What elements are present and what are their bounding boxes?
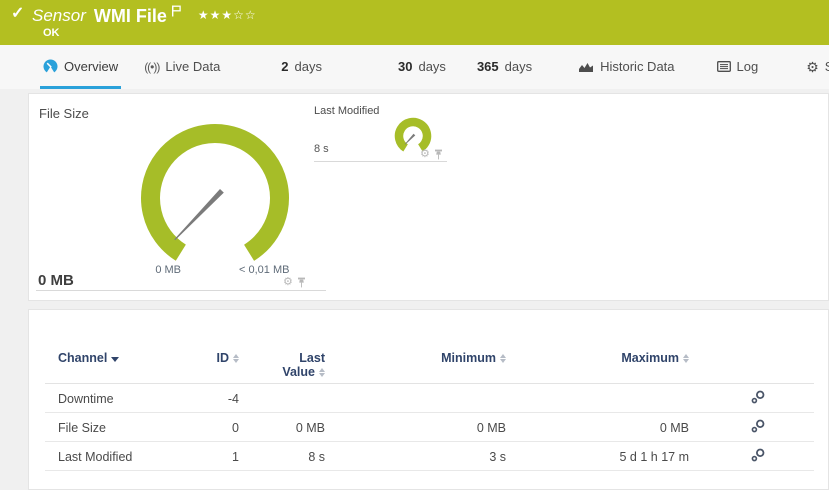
column-header-last-value[interactable]: Last Value: [239, 310, 325, 379]
table-row-downtime: Downtime -4: [29, 384, 828, 413]
gauge-icon: [43, 59, 58, 74]
file-size-block-rule: [36, 290, 326, 291]
tab-2-days[interactable]: 2 days: [278, 45, 325, 89]
tab-30-days-label: days: [418, 59, 445, 74]
column-header-last-label: Last: [299, 351, 325, 365]
gauge-settings-gear-icon[interactable]: ⚙: [420, 149, 430, 160]
tab-log-label: Log: [737, 59, 759, 74]
sensor-title: WMI File: [94, 5, 167, 27]
tab-settings-label: Settings: [825, 59, 829, 74]
cell-channel: File Size: [58, 421, 206, 435]
file-size-gauge: [135, 118, 295, 278]
tab-365-days[interactable]: 365 days: [474, 45, 535, 89]
tab-historic-data-label: Historic Data: [600, 59, 674, 74]
last-modified-block-rule: [314, 161, 447, 162]
tab-2-days-number: 2: [281, 59, 288, 74]
tab-365-days-number: 365: [477, 59, 499, 74]
gauge-pin-icon[interactable]: [297, 277, 306, 288]
tab-overview-label: Overview: [64, 59, 118, 74]
sensor-title-line: Sensor WMI File ★★★☆☆: [32, 5, 257, 27]
gauge-pin-icon[interactable]: [434, 149, 443, 160]
tab-30-days[interactable]: 30 days: [395, 45, 449, 89]
settings-gear-icon: ⚙: [806, 60, 819, 74]
cell-last-value: 0 MB: [239, 421, 325, 435]
edit-channel-icon[interactable]: [751, 390, 765, 404]
cell-id: 1: [206, 450, 239, 464]
sensor-status-header: ✓ Sensor WMI File ★★★☆☆ OK: [0, 0, 829, 45]
cell-channel: Last Modified: [58, 450, 206, 464]
channels-panel: Channel ID Last Value Minimum Maximum: [28, 309, 829, 490]
column-header-channel[interactable]: Channel: [58, 310, 206, 365]
last-modified-gauge-title: Last Modified: [314, 105, 379, 117]
tab-live-data-label: Live Data: [165, 59, 220, 74]
sort-arrows-icon: [683, 354, 689, 363]
tab-2-days-label: days: [295, 59, 322, 74]
column-header-maximum-label: Maximum: [621, 351, 679, 365]
prtg-sensor-page: ✓ Sensor WMI File ★★★☆☆ OK Overview ((•)…: [0, 0, 829, 490]
gauge-needle: [405, 134, 416, 145]
column-header-channel-label: Channel: [58, 351, 107, 365]
cell-maximum: 5 d 1 h 17 m: [506, 450, 689, 464]
file-size-gauge-tools: ⚙: [283, 277, 306, 288]
tab-bar: Overview ((•)) Live Data 2 days 30 days …: [0, 45, 829, 89]
cell-id: -4: [206, 392, 239, 406]
tab-overview[interactable]: Overview: [40, 45, 121, 89]
cell-last-value: 8 s: [239, 450, 325, 464]
gauge-needle: [174, 189, 223, 240]
file-size-current-value: 0 MB: [38, 272, 74, 289]
column-header-minimum-label: Minimum: [441, 351, 496, 365]
sensor-kind-label: Sensor: [32, 5, 86, 27]
column-header-maximum[interactable]: Maximum: [506, 310, 689, 365]
log-list-icon: [717, 61, 731, 72]
tab-30-days-number: 30: [398, 59, 412, 74]
table-row-last-modified: Last Modified 1 8 s 3 s 5 d 1 h 17 m: [29, 442, 828, 471]
table-row-file-size: File Size 0 0 MB 0 MB 0 MB: [29, 413, 828, 442]
ok-check-icon: ✓: [11, 6, 24, 22]
live-data-icon: ((•)): [144, 60, 159, 74]
column-header-minimum[interactable]: Minimum: [325, 310, 506, 365]
edit-channel-icon[interactable]: [751, 419, 765, 433]
cell-maximum: 0 MB: [506, 421, 689, 435]
sort-caret-down-icon: [111, 357, 119, 362]
area-chart-icon: [578, 61, 594, 73]
cell-minimum: 0 MB: [325, 421, 506, 435]
last-modified-current-value: 8 s: [314, 143, 329, 155]
gauges-panel: File Size 0 MB < 0,01 MB 0 MB ⚙ Last Mod…: [28, 93, 829, 301]
tab-settings[interactable]: ⚙ Settings: [803, 45, 829, 89]
cell-id: 0: [206, 421, 239, 435]
edit-channel-icon[interactable]: [751, 448, 765, 462]
tab-log[interactable]: Log: [714, 45, 762, 89]
file-size-gauge-max-label: < 0,01 MB: [239, 264, 289, 276]
priority-stars[interactable]: ★★★☆☆: [198, 5, 257, 25]
column-header-id[interactable]: ID: [206, 310, 239, 365]
sensor-status-text: OK: [43, 27, 60, 39]
channels-table-header: Channel ID Last Value Minimum Maximum: [29, 310, 828, 384]
tab-historic-data[interactable]: Historic Data: [575, 45, 677, 89]
file-size-gauge-title: File Size: [39, 106, 89, 121]
tab-live-data[interactable]: ((•)) Live Data: [141, 45, 223, 89]
flag-icon[interactable]: [171, 4, 182, 22]
sort-arrows-icon: [319, 368, 325, 377]
file-size-gauge-min-label: 0 MB: [129, 264, 181, 276]
last-modified-gauge-tools: ⚙: [420, 149, 443, 160]
cell-channel: Downtime: [58, 392, 206, 406]
column-header-value-label: Value: [282, 365, 315, 379]
cell-minimum: 3 s: [325, 450, 506, 464]
column-header-id-label: ID: [217, 351, 230, 365]
gauge-settings-gear-icon[interactable]: ⚙: [283, 277, 293, 288]
tab-365-days-label: days: [505, 59, 532, 74]
